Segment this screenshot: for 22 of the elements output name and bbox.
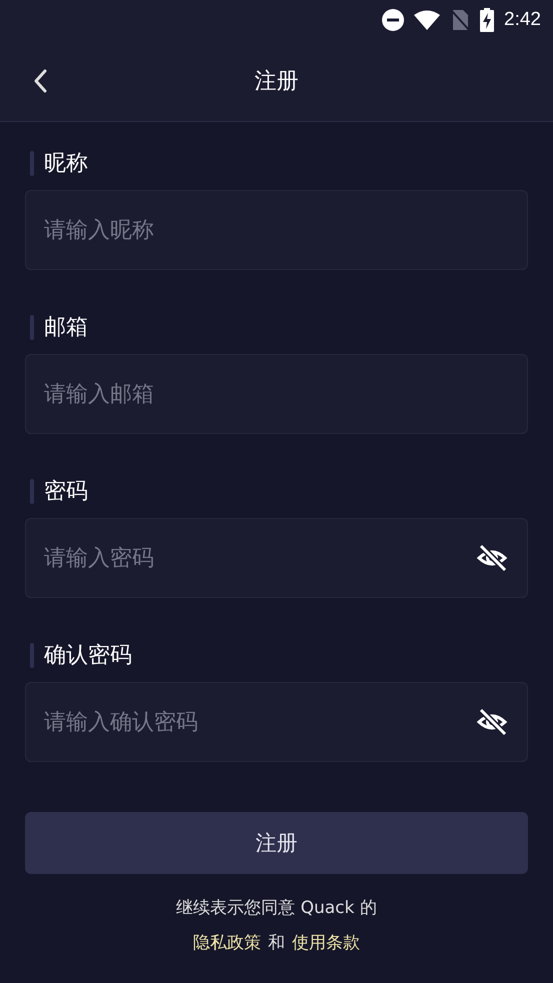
input-field[interactable]: 请输入邮箱 (25, 354, 528, 434)
field-label: 确认密码 (44, 642, 132, 670)
field-label: 密码 (44, 478, 88, 506)
conjunction-text: 和 (268, 932, 285, 954)
eye-off-icon[interactable] (476, 708, 508, 736)
terms-notice: 继续表示您同意 Quack 的 (176, 897, 377, 919)
input-field[interactable]: 请输入密码 (25, 518, 528, 598)
privacy-policy-link[interactable]: 隐私政策 (193, 931, 261, 954)
field-label: 昵称 (44, 150, 88, 178)
register-button[interactable]: 注册 (25, 812, 528, 874)
back-icon (32, 68, 48, 94)
no-sim-icon (450, 9, 470, 31)
page-title: 注册 (254, 68, 298, 96)
wifi-icon (414, 10, 440, 30)
terms-of-use-link[interactable]: 使用条款 (292, 931, 360, 954)
do-not-disturb-icon (382, 9, 404, 31)
input-field[interactable]: 请输入昵称 (25, 190, 528, 270)
eye-off-icon[interactable] (476, 544, 508, 572)
status-time: 2:42 (504, 9, 541, 31)
battery-charging-icon (480, 8, 494, 32)
field-label: 邮箱 (44, 314, 88, 342)
input-field[interactable]: 请输入确认密码 (25, 682, 528, 762)
